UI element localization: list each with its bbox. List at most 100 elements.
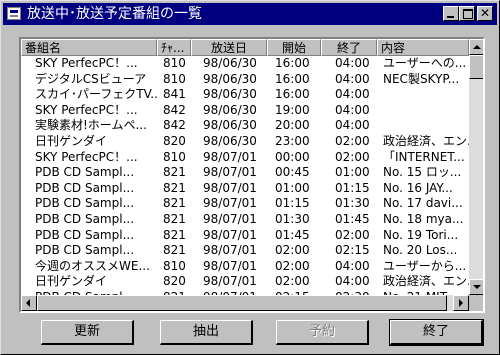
cell-channel: 821 bbox=[163, 211, 186, 226]
title-bar[interactable]: 放送中･放送予定番組の一覧 ✕ bbox=[3, 3, 497, 25]
program-list[interactable]: 番組名 ﾁｬ... 放送日 開始 終了 内容 SKY PerfecPC！... 8… bbox=[19, 37, 485, 313]
cell-date: 98/07/01 bbox=[203, 243, 257, 258]
list-item[interactable]: PDB CD Sampl... 821 98/07/01 01:15 01:30 No. … bbox=[21, 196, 469, 212]
list-item[interactable]: 今週のオススメWE... 810 98/07/01 02:00 04:00 ユーザーから.… bbox=[21, 259, 469, 275]
close-button[interactable]: ✕ bbox=[477, 6, 493, 21]
cell-content: No. 20 Los... bbox=[383, 243, 458, 258]
refresh-button[interactable]: 更新 bbox=[41, 320, 134, 345]
arrow-right-icon bbox=[459, 299, 463, 307]
cell-program-name: 日刊ゲンダイ bbox=[35, 274, 108, 289]
cell-end: 02:00 bbox=[335, 149, 370, 164]
scroll-up-button[interactable] bbox=[469, 39, 483, 55]
reserve-button[interactable]: 予約 bbox=[276, 320, 369, 345]
cell-content: No. 16 JAY... bbox=[383, 180, 453, 195]
cell-end: 02:15 bbox=[335, 243, 370, 258]
cell-channel: 810 bbox=[163, 71, 186, 86]
list-header: 番組名 ﾁｬ... 放送日 開始 終了 内容 bbox=[21, 39, 469, 56]
cell-date: 98/06/30 bbox=[203, 133, 257, 148]
cell-program-name: PDB CD Sampl... bbox=[35, 180, 135, 195]
list-item[interactable]: 日刊ゲンダイ 820 98/07/01 02:00 04:00 政治経済、エン... bbox=[21, 274, 469, 290]
cell-date: 98/07/01 bbox=[203, 227, 257, 242]
list-rows: SKY PerfecPC！... 810 98/06/30 16:00 04:00 ユーザ… bbox=[21, 56, 469, 311]
cell-program-name: SKY PerfecPC！... bbox=[35, 56, 138, 70]
cell-content: NEC製SKYP... bbox=[383, 71, 460, 86]
list-item[interactable]: PDB CD Sampl... 821 98/07/01 01:00 01:15 No. … bbox=[21, 181, 469, 197]
column-header-content[interactable]: 内容 bbox=[377, 39, 469, 56]
cell-program-name: SKY PerfecPC！... bbox=[35, 102, 138, 117]
column-header-end[interactable]: 終了 bbox=[321, 39, 377, 56]
arrow-up-icon bbox=[473, 45, 481, 49]
cell-program-name: PDB CD Sampl... bbox=[35, 243, 135, 258]
cell-channel: 820 bbox=[163, 274, 186, 289]
cell-channel: 842 bbox=[163, 118, 186, 133]
column-header-start[interactable]: 開始 bbox=[267, 39, 321, 56]
close-icon: ✕ bbox=[480, 6, 491, 20]
cell-program-name: 今週のオススメWE... bbox=[35, 258, 150, 273]
cell-start: 20:00 bbox=[275, 118, 310, 133]
column-header-program-name[interactable]: 番組名 bbox=[21, 39, 157, 56]
list-item[interactable]: SKY PerfecPC！... 810 98/07/01 00:00 02:00 「IN… bbox=[21, 150, 469, 166]
arrow-left-icon bbox=[26, 299, 30, 307]
cell-channel: 841 bbox=[163, 87, 186, 102]
cell-start: 01:30 bbox=[275, 211, 310, 226]
list-item[interactable]: SKY PerfecPC！... 842 98/06/30 19:00 04:00 bbox=[21, 103, 469, 119]
cell-start: 01:45 bbox=[275, 227, 310, 242]
cell-program-name: SKY PerfecPC！... bbox=[35, 149, 138, 164]
cell-start: 00:00 bbox=[275, 149, 310, 164]
minimize-button[interactable] bbox=[443, 6, 459, 21]
vertical-scrollbar[interactable] bbox=[469, 39, 483, 295]
cell-content: ユーザーから... bbox=[383, 258, 467, 273]
cell-start: 01:15 bbox=[275, 196, 310, 211]
list-item[interactable]: スカイ･パーフェクTV... 841 98/06/30 16:00 04:00 bbox=[21, 87, 469, 103]
maximize-button[interactable] bbox=[459, 6, 475, 21]
cell-date: 98/06/30 bbox=[203, 71, 257, 86]
column-header-channel[interactable]: ﾁｬ... bbox=[157, 39, 191, 56]
list-item[interactable]: PDB CD Sampl... 821 98/07/01 02:00 02:15 No. … bbox=[21, 243, 469, 259]
list-item[interactable]: デジタルCSビューア 810 98/06/30 16:00 04:00 NEC製SKYP.… bbox=[21, 72, 469, 88]
cell-channel: 842 bbox=[163, 102, 186, 117]
scroll-right-button[interactable] bbox=[453, 295, 469, 311]
window-app-icon[interactable] bbox=[7, 7, 21, 20]
cell-content: No. 19 Tori... bbox=[383, 227, 459, 242]
exit-button[interactable]: 終了 bbox=[389, 319, 484, 346]
cell-start: 02:00 bbox=[275, 274, 310, 289]
list-item[interactable]: SKY PerfecPC！... 810 98/06/30 16:00 04:00 ユーザ… bbox=[21, 56, 469, 72]
list-item[interactable]: PDB CD Sampl... 821 98/07/01 01:45 02:00 No. … bbox=[21, 228, 469, 244]
extract-button[interactable]: 抽出 bbox=[160, 320, 253, 345]
cell-content: 政治経済、エン... bbox=[383, 133, 469, 148]
list-item[interactable]: PDB CD Sampl... 821 98/07/01 00:45 01:00 No. … bbox=[21, 165, 469, 181]
cell-content: ユーザーへの... bbox=[383, 56, 467, 70]
maximize-icon bbox=[463, 9, 473, 19]
app-window: 放送中･放送予定番組の一覧 ✕ 番組名 ﾁｬ... 放送日 開始 終了 内容 S… bbox=[0, 0, 500, 355]
scroll-left-button[interactable] bbox=[21, 295, 37, 311]
cell-content: No. 15 ロッ... bbox=[383, 165, 462, 180]
cell-channel: 821 bbox=[163, 180, 186, 195]
cell-date: 98/07/01 bbox=[203, 274, 257, 289]
horizontal-scroll-thumb[interactable] bbox=[37, 295, 447, 311]
horizontal-scrollbar[interactable] bbox=[21, 295, 469, 311]
cell-end: 04:00 bbox=[335, 258, 370, 273]
column-header-date[interactable]: 放送日 bbox=[191, 39, 267, 56]
list-item[interactable]: PDB CD Sampl... 821 98/07/01 01:30 01:45 No. … bbox=[21, 212, 469, 228]
cell-program-name: PDB CD Sampl... bbox=[35, 165, 135, 180]
cell-start: 23:00 bbox=[275, 133, 310, 148]
cell-end: 04:00 bbox=[335, 274, 370, 289]
cell-end: 04:00 bbox=[335, 87, 370, 102]
cell-program-name: 実験素材!ホームペ... bbox=[35, 118, 147, 133]
cell-channel: 821 bbox=[163, 196, 186, 211]
list-item[interactable]: 実験素材!ホームペ... 842 98/06/30 20:00 04:00 bbox=[21, 118, 469, 134]
cell-end: 01:45 bbox=[335, 211, 370, 226]
minimize-icon bbox=[447, 16, 454, 18]
cell-channel: 810 bbox=[163, 149, 186, 164]
list-item[interactable]: 日刊ゲンダイ 820 98/06/30 23:00 02:00 政治経済、エン... bbox=[21, 134, 469, 150]
cell-date: 98/07/01 bbox=[203, 180, 257, 195]
scroll-down-button[interactable] bbox=[469, 279, 483, 295]
cell-start: 02:00 bbox=[275, 243, 310, 258]
cell-date: 98/06/30 bbox=[203, 118, 257, 133]
cell-channel: 821 bbox=[163, 243, 186, 258]
vertical-scroll-thumb[interactable] bbox=[469, 55, 483, 79]
cell-program-name: PDB CD Sampl... bbox=[35, 196, 135, 211]
scrollbar-corner bbox=[469, 295, 483, 311]
cell-start: 16:00 bbox=[275, 71, 310, 86]
cell-channel: 821 bbox=[163, 165, 186, 180]
